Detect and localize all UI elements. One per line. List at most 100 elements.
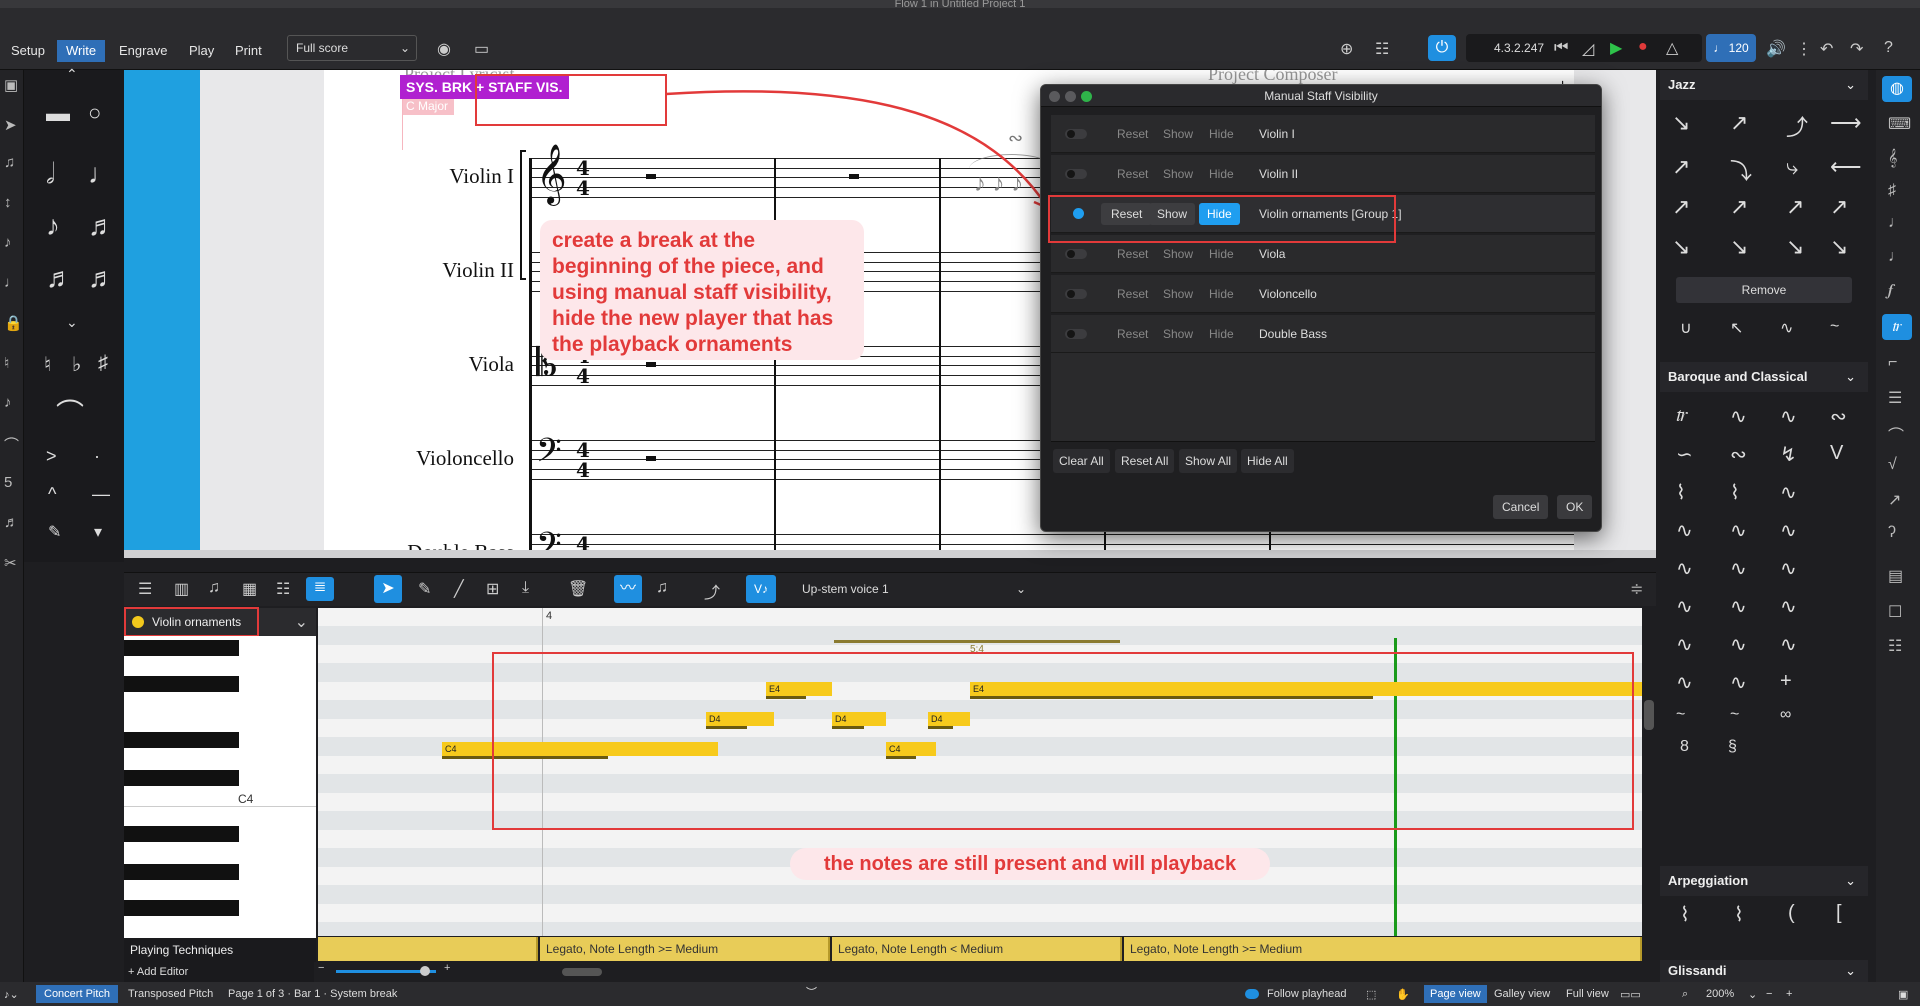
ornament-glyph-icon[interactable]: ↘	[1672, 110, 1690, 136]
note-input-icon[interactable]: ♪⌄	[4, 988, 19, 1001]
ornament-icon[interactable]: ∿	[1676, 670, 1693, 695]
key-editor-icon[interactable]: ≣	[306, 577, 334, 601]
pen-icon[interactable]: ✎	[48, 522, 61, 542]
tie-icon[interactable]: ⌒	[4, 434, 19, 455]
toggle-switch[interactable]	[1065, 249, 1087, 259]
help-icon[interactable]: ?	[1884, 39, 1893, 57]
harp-icon[interactable]: ʔ	[1888, 524, 1896, 542]
cancel-button[interactable]: Cancel	[1493, 495, 1549, 519]
black-key[interactable]	[124, 732, 239, 748]
marcato-icon[interactable]: ^	[48, 484, 56, 505]
arpeggio-icon[interactable]: ⌇	[1734, 902, 1744, 927]
select-arrow-icon[interactable]: ➤	[4, 116, 17, 134]
breve-icon[interactable]: ▬	[46, 100, 70, 128]
mode-play[interactable]: Play	[180, 40, 223, 62]
play-icon[interactable]: ▶	[1610, 38, 1622, 58]
right-panel-toggle-icon[interactable]: ▣	[1898, 988, 1908, 1001]
toggle-switch[interactable]	[1065, 289, 1087, 299]
add-editor-button[interactable]: + Add Editor	[124, 962, 314, 982]
technique-lane[interactable]: Legato, Note Length >= Medium	[1124, 937, 1642, 961]
section-header-baroque[interactable]: Baroque and Classical ⌄	[1660, 362, 1868, 392]
ornament-icon[interactable]: ∿	[1730, 632, 1747, 657]
reset-all-button[interactable]: Reset All	[1115, 449, 1175, 473]
mode-write[interactable]: Write	[57, 40, 106, 62]
lower-v-scrollbar[interactable]	[1644, 700, 1654, 730]
ornament-icon[interactable]: ∿	[1730, 556, 1747, 581]
key-signature-icon[interactable]: ♯	[1888, 182, 1896, 200]
ornaments-icon[interactable]: 𝆖	[1882, 314, 1912, 340]
wedge-icon[interactable]: ▾	[94, 522, 102, 542]
reset-button[interactable]: Reset	[1117, 287, 1148, 301]
zoom-slider[interactable]: − +	[318, 962, 468, 976]
eighth-note-icon[interactable]: ♪	[46, 210, 60, 242]
chevron-down-icon[interactable]: ⌄	[1748, 988, 1757, 1001]
select-tool-icon[interactable]: ➤	[374, 575, 402, 603]
mode-print[interactable]: Print	[226, 40, 271, 62]
techniques-icon[interactable]: ▤	[1888, 566, 1903, 586]
speaker-icon[interactable]: 🔊	[1766, 39, 1786, 59]
chevron-up-icon[interactable]: ⌃	[66, 66, 78, 83]
sharp-icon[interactable]: ♯	[98, 352, 108, 375]
ornament-icon[interactable]: ∿	[1730, 594, 1747, 619]
ok-button[interactable]: OK	[1557, 495, 1593, 519]
resize-handle-icon[interactable]: ≑	[1630, 579, 1643, 599]
key-icon[interactable]: ♮	[4, 354, 9, 372]
guitar-icon[interactable]: ♫	[208, 579, 220, 597]
quarter-note-icon[interactable]: ♩	[88, 158, 116, 190]
reset-button[interactable]: Reset	[1117, 127, 1148, 141]
ornament-icon[interactable]: V	[1830, 442, 1843, 465]
repeat-icon[interactable]: ⌐	[1888, 354, 1897, 372]
slur-icon[interactable]: ⌒	[56, 392, 84, 432]
show-all-button[interactable]: Show All	[1179, 449, 1238, 473]
black-key[interactable]	[124, 864, 239, 880]
redo-icon[interactable]: ↷	[1850, 39, 1863, 59]
toggle-switch[interactable]	[1065, 129, 1087, 139]
spreads-icon[interactable]: ▭▭	[1620, 988, 1641, 1001]
ornament-glyph-icon[interactable]: ⟵	[1830, 154, 1862, 180]
chevron-down-icon[interactable]: ⌄	[66, 314, 78, 331]
close-dot-icon[interactable]	[1049, 91, 1060, 102]
layout-select[interactable]: Full score ⌄	[287, 35, 417, 61]
frame-icon[interactable]: ▭	[474, 39, 489, 59]
lock-icon[interactable]: 🔒	[4, 314, 23, 332]
tempo-readout[interactable]: ♩ 120	[1706, 34, 1756, 62]
resize-tool-icon[interactable]: ⊞	[486, 579, 499, 599]
transposed-pitch-button[interactable]: Transposed Pitch	[128, 988, 213, 1000]
sixteenth-note-icon[interactable]: ♬	[88, 210, 116, 242]
arpeggio-bracket-icon[interactable]: (	[1788, 902, 1795, 925]
comments-icon[interactable]: ☐	[1888, 602, 1902, 622]
page-view-button[interactable]: Page view	[1424, 985, 1487, 1003]
tempo-icon[interactable]: ♩	[1888, 214, 1904, 232]
voice-icon[interactable]: V♪	[746, 575, 776, 603]
64th-note-icon[interactable]: ♬	[88, 262, 116, 294]
ornament-icon[interactable]: ∿	[1780, 480, 1797, 505]
ornament-icon[interactable]: ∿	[1780, 594, 1797, 619]
undo-icon[interactable]: ↶	[1820, 39, 1833, 59]
chord-symbols-icon[interactable]: ☷	[1888, 636, 1902, 656]
slur-tool-icon[interactable]: ♪	[4, 234, 12, 251]
black-key[interactable]	[124, 900, 239, 916]
arpeggio-icon[interactable]: ⌇	[1680, 902, 1690, 927]
ornament-glyph-icon[interactable]: ↗	[1730, 194, 1748, 220]
half-note-icon[interactable]: 𝅗𝅥	[46, 158, 55, 191]
line-tool-icon[interactable]: ╱	[454, 579, 464, 599]
technique-lane[interactable]: Legato, Note Length >= Medium	[540, 937, 830, 961]
follow-toggle[interactable]	[1245, 989, 1259, 999]
ornament-glyph-icon[interactable]: ↘	[1730, 234, 1748, 260]
record-icon[interactable]: ●	[1638, 38, 1648, 56]
meter-icon[interactable]: ♩	[1888, 248, 1904, 266]
drum-pad-icon[interactable]: ▦	[242, 579, 257, 599]
search-icon[interactable]: ⌕	[1682, 988, 1688, 1001]
hide-button[interactable]: Hide	[1209, 167, 1234, 181]
more-icon[interactable]: ⋮	[1796, 39, 1812, 59]
keyboard-icon[interactable]: ⌨	[1888, 114, 1911, 134]
clef-icon[interactable]: 𝄞	[1888, 150, 1897, 168]
tuplet-icon[interactable]: 5	[4, 474, 12, 491]
holds-icon[interactable]: ⌒	[1888, 422, 1904, 446]
ornament-glyph-icon[interactable]: ↗	[1672, 194, 1690, 220]
ornament-icon[interactable]: ∿	[1780, 632, 1797, 657]
ornament-icon[interactable]: ∿	[1730, 670, 1747, 695]
lines-icon[interactable]: ↗	[1888, 490, 1901, 510]
show-button[interactable]: Show	[1163, 247, 1193, 261]
ornament-icon[interactable]: ~	[1730, 706, 1739, 724]
